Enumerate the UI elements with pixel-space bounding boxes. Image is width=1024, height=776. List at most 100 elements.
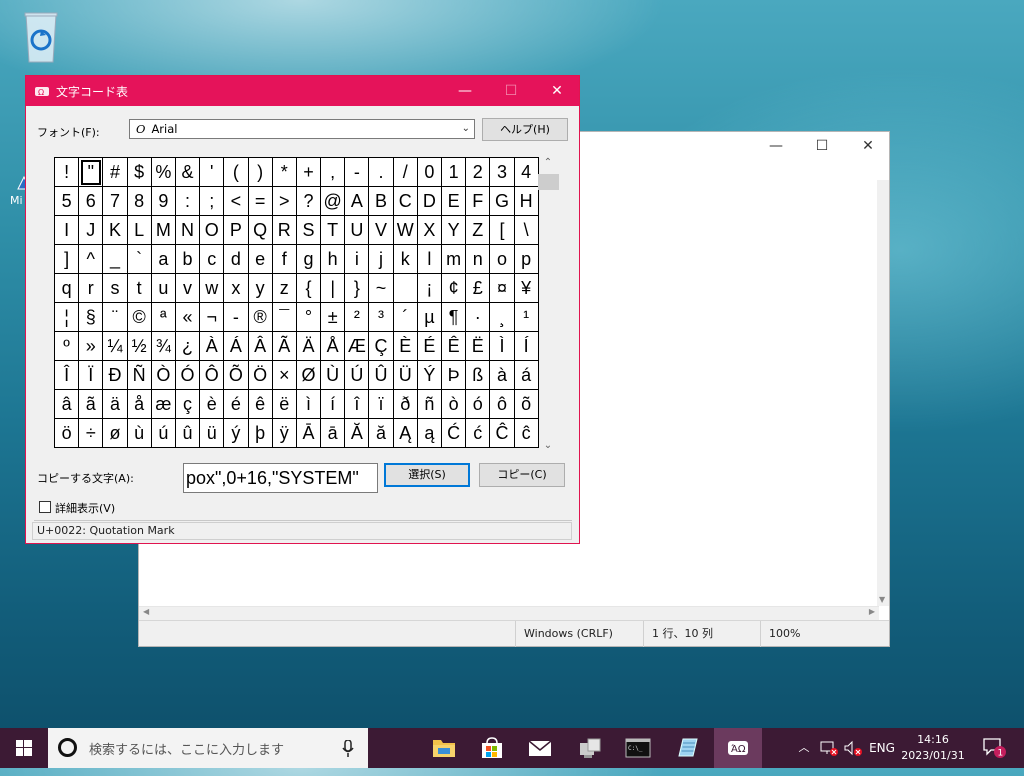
character-cell[interactable]: ü (200, 419, 225, 448)
character-cell[interactable]: n (466, 245, 491, 274)
character-cell[interactable]: Ì (490, 332, 515, 361)
character-cell[interactable]: c (200, 245, 225, 274)
character-cell[interactable]: 1 (442, 158, 467, 187)
character-cell[interactable]: ) (248, 158, 273, 187)
character-cell[interactable]: | (321, 274, 346, 303)
character-cell[interactable]: ª (151, 303, 176, 332)
character-cell[interactable]: U (345, 216, 370, 245)
character-cell[interactable]: B (369, 187, 394, 216)
character-cell[interactable]: « (175, 303, 201, 332)
character-cell[interactable]: # (103, 158, 128, 187)
character-cell[interactable]: 4 (514, 158, 539, 187)
network-app-icon[interactable] (566, 728, 614, 768)
input-language-indicator[interactable]: ENG (866, 728, 898, 768)
character-cell[interactable]: ă (369, 419, 394, 448)
scroll-left-icon[interactable]: ◀ (143, 607, 149, 616)
character-cell[interactable]: Ă (345, 419, 370, 448)
character-cell[interactable]: 5 (55, 187, 80, 216)
volume-muted-icon[interactable] (842, 728, 864, 768)
character-cell[interactable]: Ò (151, 361, 176, 390)
character-cell[interactable] (393, 274, 418, 303)
character-cell[interactable]: · (466, 303, 491, 332)
character-cell[interactable]: Ü (393, 361, 418, 390)
character-cell[interactable]: V (369, 216, 394, 245)
character-cell[interactable]: ³ (369, 303, 394, 332)
vertical-scrollbar[interactable]: ▼ (877, 180, 889, 606)
scroll-down-icon[interactable]: ⌄ (537, 440, 559, 451)
character-cell[interactable]: ¦ (55, 303, 80, 332)
character-cell[interactable]: æ (151, 390, 176, 419)
character-cell[interactable]: 8 (127, 187, 152, 216)
character-cell[interactable]: µ (417, 303, 442, 332)
character-cell[interactable]: E (442, 187, 467, 216)
character-cell[interactable]: ¨ (103, 303, 128, 332)
character-cell[interactable]: + (296, 158, 322, 187)
character-cell[interactable]: M (151, 216, 176, 245)
scroll-up-icon[interactable]: ⌃ (537, 157, 559, 168)
character-cell[interactable]: u (151, 274, 176, 303)
character-cell[interactable]: : (175, 187, 201, 216)
character-cell[interactable]: Y (442, 216, 467, 245)
character-cell[interactable]: ¬ (200, 303, 225, 332)
character-cell[interactable]: W (393, 216, 418, 245)
character-cell[interactable]: ä (103, 390, 128, 419)
character-cell[interactable]: 9 (151, 187, 176, 216)
character-cell[interactable]: @ (321, 187, 346, 216)
character-cell[interactable]: á (514, 361, 539, 390)
character-cell[interactable]: ÷ (79, 419, 104, 448)
close-button[interactable]: ✕ (534, 76, 580, 106)
scroll-right-icon[interactable]: ▶ (869, 607, 875, 616)
charmap-titlebar[interactable]: Ω 文字コード表 — ☐ ✕ (26, 76, 579, 106)
help-button[interactable]: ヘルプ(H) (482, 118, 568, 141)
character-cell[interactable]: ù (127, 419, 152, 448)
mail-icon[interactable] (516, 728, 564, 768)
taskbar-clock[interactable]: 14:16 2023/01/31 (896, 732, 970, 764)
character-cell[interactable]: ¾ (151, 332, 176, 361)
character-cell[interactable]: ¡ (417, 274, 442, 303)
character-cell[interactable]: m (442, 245, 467, 274)
chevron-up-icon[interactable]: ︿ (795, 728, 813, 768)
character-cell[interactable]: Ë (466, 332, 491, 361)
desktop-shortcut[interactable]: Mi (0, 175, 31, 215)
character-cell[interactable]: L (127, 216, 152, 245)
character-cell[interactable]: ~ (369, 274, 394, 303)
character-cell[interactable]: Ö (248, 361, 273, 390)
character-cell[interactable]: ² (345, 303, 370, 332)
character-cell[interactable]: C (393, 187, 418, 216)
character-cell[interactable]: o (490, 245, 515, 274)
character-cell[interactable]: < (224, 187, 249, 216)
character-cell[interactable]: ´ (393, 303, 418, 332)
character-cell[interactable]: ¯ (272, 303, 297, 332)
character-cell[interactable]: / (393, 158, 418, 187)
character-cell[interactable]: v (175, 274, 201, 303)
character-cell[interactable]: b (175, 245, 201, 274)
character-cell[interactable]: ñ (417, 390, 442, 419)
character-cell[interactable]: ÿ (272, 419, 297, 448)
character-cell[interactable]: à (490, 361, 515, 390)
character-cell[interactable]: 7 (103, 187, 128, 216)
horizontal-scrollbar[interactable]: ◀ ▶ (139, 606, 879, 620)
character-cell[interactable]: ą (417, 419, 442, 448)
character-cell[interactable]: Ä (296, 332, 322, 361)
character-cell[interactable]: × (272, 361, 297, 390)
character-cell[interactable]: ç (175, 390, 201, 419)
character-cell[interactable]: = (248, 187, 273, 216)
minimize-button[interactable]: — (442, 76, 488, 106)
select-button[interactable]: 選択(S) (384, 463, 470, 487)
character-cell[interactable]: > (272, 187, 297, 216)
character-cell[interactable]: Ý (417, 361, 442, 390)
chevron-down-icon[interactable]: ⌄ (462, 120, 470, 138)
character-cell[interactable]: " (79, 158, 104, 187)
notepad-taskbar-icon[interactable] (664, 728, 712, 768)
character-cell[interactable]: É (417, 332, 442, 361)
character-cell[interactable]: Â (248, 332, 273, 361)
character-cell[interactable]: r (79, 274, 104, 303)
character-cell[interactable]: 2 (466, 158, 491, 187)
character-cell[interactable]: D (417, 187, 442, 216)
charmap-taskbar-icon[interactable]: ΆΩ (714, 728, 762, 768)
character-cell[interactable]: j (369, 245, 394, 274)
character-cell[interactable]: P (224, 216, 249, 245)
character-cell[interactable]: Ñ (127, 361, 152, 390)
character-cell[interactable]: í (321, 390, 346, 419)
character-cell[interactable]: 0 (417, 158, 442, 187)
